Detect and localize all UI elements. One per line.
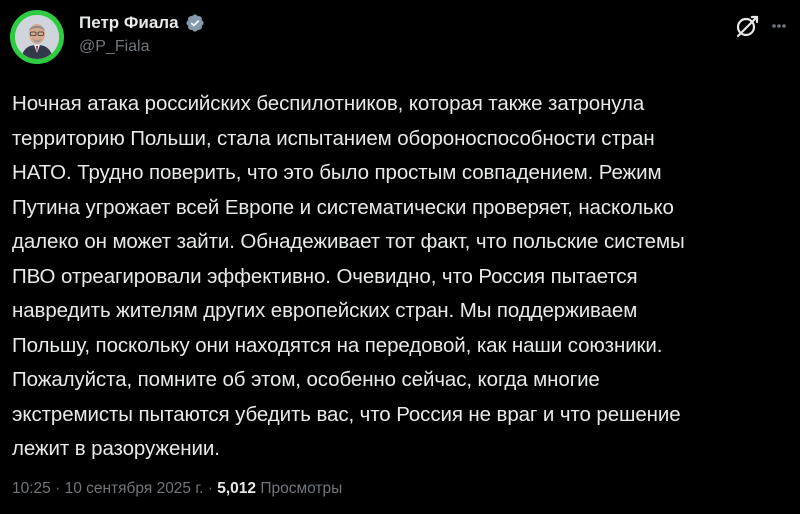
- avatar[interactable]: [10, 10, 64, 64]
- views-count: 5,012: [217, 480, 257, 497]
- post-text-line: НАТО. Трудно поверить, что это было прос…: [12, 161, 662, 184]
- more-options-icon[interactable]: [771, 16, 787, 36]
- post-text-line: Польшу, поскольку они находятся на перед…: [12, 333, 663, 357]
- meta-separator: ·: [203, 480, 218, 497]
- post-text-line: далеко он может зайти. Обнадеживает тот …: [12, 230, 685, 253]
- post-time[interactable]: 10:25: [12, 480, 51, 497]
- post-text-line: территорию Польши, стала испытанием обор…: [12, 126, 655, 150]
- avatar-photo: [15, 15, 59, 59]
- meta-separator: ·: [50, 480, 65, 497]
- post-text-line: Путина угрожает всей Европе и систематич…: [12, 195, 674, 219]
- post-text-line: навредить жителям других европейских стр…: [12, 299, 638, 322]
- post-card: Петр Фиала @P_Fiala Ночная атака российс…: [0, 0, 800, 514]
- views-label: Просмотры: [260, 480, 343, 497]
- post-date[interactable]: 10 сентября 2025 г.: [65, 480, 204, 497]
- post-text: Ночная атака российских беспилотников, к…: [12, 87, 792, 467]
- author-handle[interactable]: @P_Fiala: [79, 38, 205, 56]
- post-text-line: экстремисты пытаются убедить вас, что Ро…: [12, 402, 681, 426]
- post-text-line: ПВО отреагировали эффективно. Очевидно, …: [12, 264, 638, 288]
- author-name[interactable]: Петр Фиала: [79, 13, 179, 33]
- post-text-line: Пожалуйста, помните об этом, особенно се…: [12, 368, 600, 391]
- post-text-line: лежит в разоружении.: [12, 437, 220, 460]
- post-text-line: Ночная атака российских беспилотников, к…: [12, 92, 645, 115]
- verified-badge-icon: [185, 13, 205, 33]
- name-row: Петр Фиала: [79, 12, 205, 34]
- author-block: Петр Фиала @P_Fiala: [79, 12, 205, 56]
- post-meta: 10:25 · 10 сентября 2025 г. · 5,012 Прос…: [12, 480, 342, 498]
- grok-icon[interactable]: [733, 12, 761, 40]
